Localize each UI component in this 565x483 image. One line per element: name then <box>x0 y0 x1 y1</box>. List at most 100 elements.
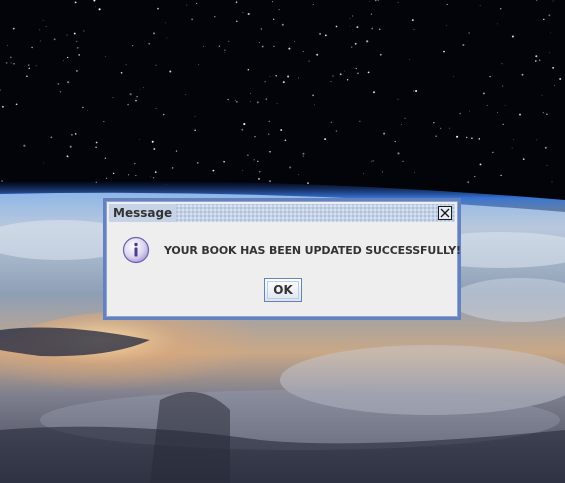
star <box>273 45 275 48</box>
star <box>67 81 70 84</box>
star <box>242 169 244 171</box>
star <box>546 164 548 166</box>
star <box>281 23 284 26</box>
star <box>535 55 538 58</box>
close-icon <box>440 208 450 218</box>
star <box>12 27 15 30</box>
star <box>409 58 410 60</box>
star <box>83 30 85 32</box>
star <box>218 45 220 47</box>
star <box>53 38 56 41</box>
star <box>433 122 435 124</box>
star <box>191 18 193 21</box>
star <box>462 43 465 47</box>
star <box>5 62 8 64</box>
star <box>120 71 123 74</box>
star <box>148 42 151 45</box>
star <box>511 147 513 149</box>
star <box>469 110 470 112</box>
star <box>489 75 491 78</box>
dialog-titlebar[interactable]: Message <box>109 204 455 222</box>
star <box>413 90 415 92</box>
star <box>150 176 152 178</box>
star <box>242 12 244 13</box>
star <box>194 129 196 131</box>
star <box>155 107 157 109</box>
star <box>381 171 383 173</box>
star <box>553 85 555 86</box>
star <box>223 160 225 163</box>
star <box>370 13 373 15</box>
ok-button[interactable]: OK <box>264 278 302 302</box>
star <box>284 139 287 142</box>
star <box>456 135 459 138</box>
star <box>478 138 481 140</box>
star <box>414 172 415 173</box>
star <box>228 40 230 42</box>
star <box>280 129 283 131</box>
star <box>152 177 155 179</box>
star <box>372 160 374 162</box>
star <box>316 53 319 56</box>
star <box>268 120 271 123</box>
star <box>227 98 229 101</box>
star <box>166 37 168 39</box>
star <box>371 161 372 163</box>
star <box>260 28 263 30</box>
star <box>186 4 188 6</box>
star <box>153 32 155 35</box>
message-text: YOUR BOOK HAS BEEN UPDATED SUCCESSFULLY! <box>164 244 461 257</box>
star <box>548 14 551 17</box>
star <box>479 5 481 7</box>
star <box>74 1 77 4</box>
star <box>330 121 332 123</box>
star <box>330 81 332 82</box>
star <box>513 138 515 140</box>
star <box>497 111 499 113</box>
star <box>559 77 562 81</box>
close-button[interactable] <box>438 206 452 220</box>
star <box>349 18 351 19</box>
star <box>103 121 105 123</box>
star <box>335 25 338 28</box>
star <box>519 113 521 116</box>
star <box>440 127 442 129</box>
star <box>257 177 261 180</box>
star <box>372 91 376 94</box>
star <box>112 172 115 175</box>
star <box>269 76 271 78</box>
star <box>236 100 238 103</box>
star <box>482 92 485 95</box>
star <box>534 60 537 62</box>
star <box>504 104 506 106</box>
star <box>511 35 514 38</box>
star <box>127 103 129 106</box>
star <box>319 32 322 35</box>
star <box>549 52 550 54</box>
star <box>76 46 79 49</box>
star <box>154 171 157 173</box>
star <box>28 64 30 66</box>
star <box>402 160 404 162</box>
star <box>171 167 174 169</box>
info-icon <box>122 236 150 264</box>
star <box>312 94 315 97</box>
star <box>351 46 353 48</box>
star <box>288 47 291 50</box>
star <box>10 62 12 64</box>
star <box>501 63 503 65</box>
star <box>66 155 69 158</box>
star <box>74 133 77 135</box>
star <box>278 9 280 11</box>
star <box>468 32 470 34</box>
star <box>94 6 96 8</box>
star <box>502 85 504 87</box>
star <box>446 24 448 26</box>
star <box>243 123 246 126</box>
star <box>134 162 136 165</box>
star <box>196 162 199 164</box>
star <box>550 32 552 34</box>
star <box>307 182 309 184</box>
star <box>471 137 473 140</box>
star <box>355 68 357 70</box>
